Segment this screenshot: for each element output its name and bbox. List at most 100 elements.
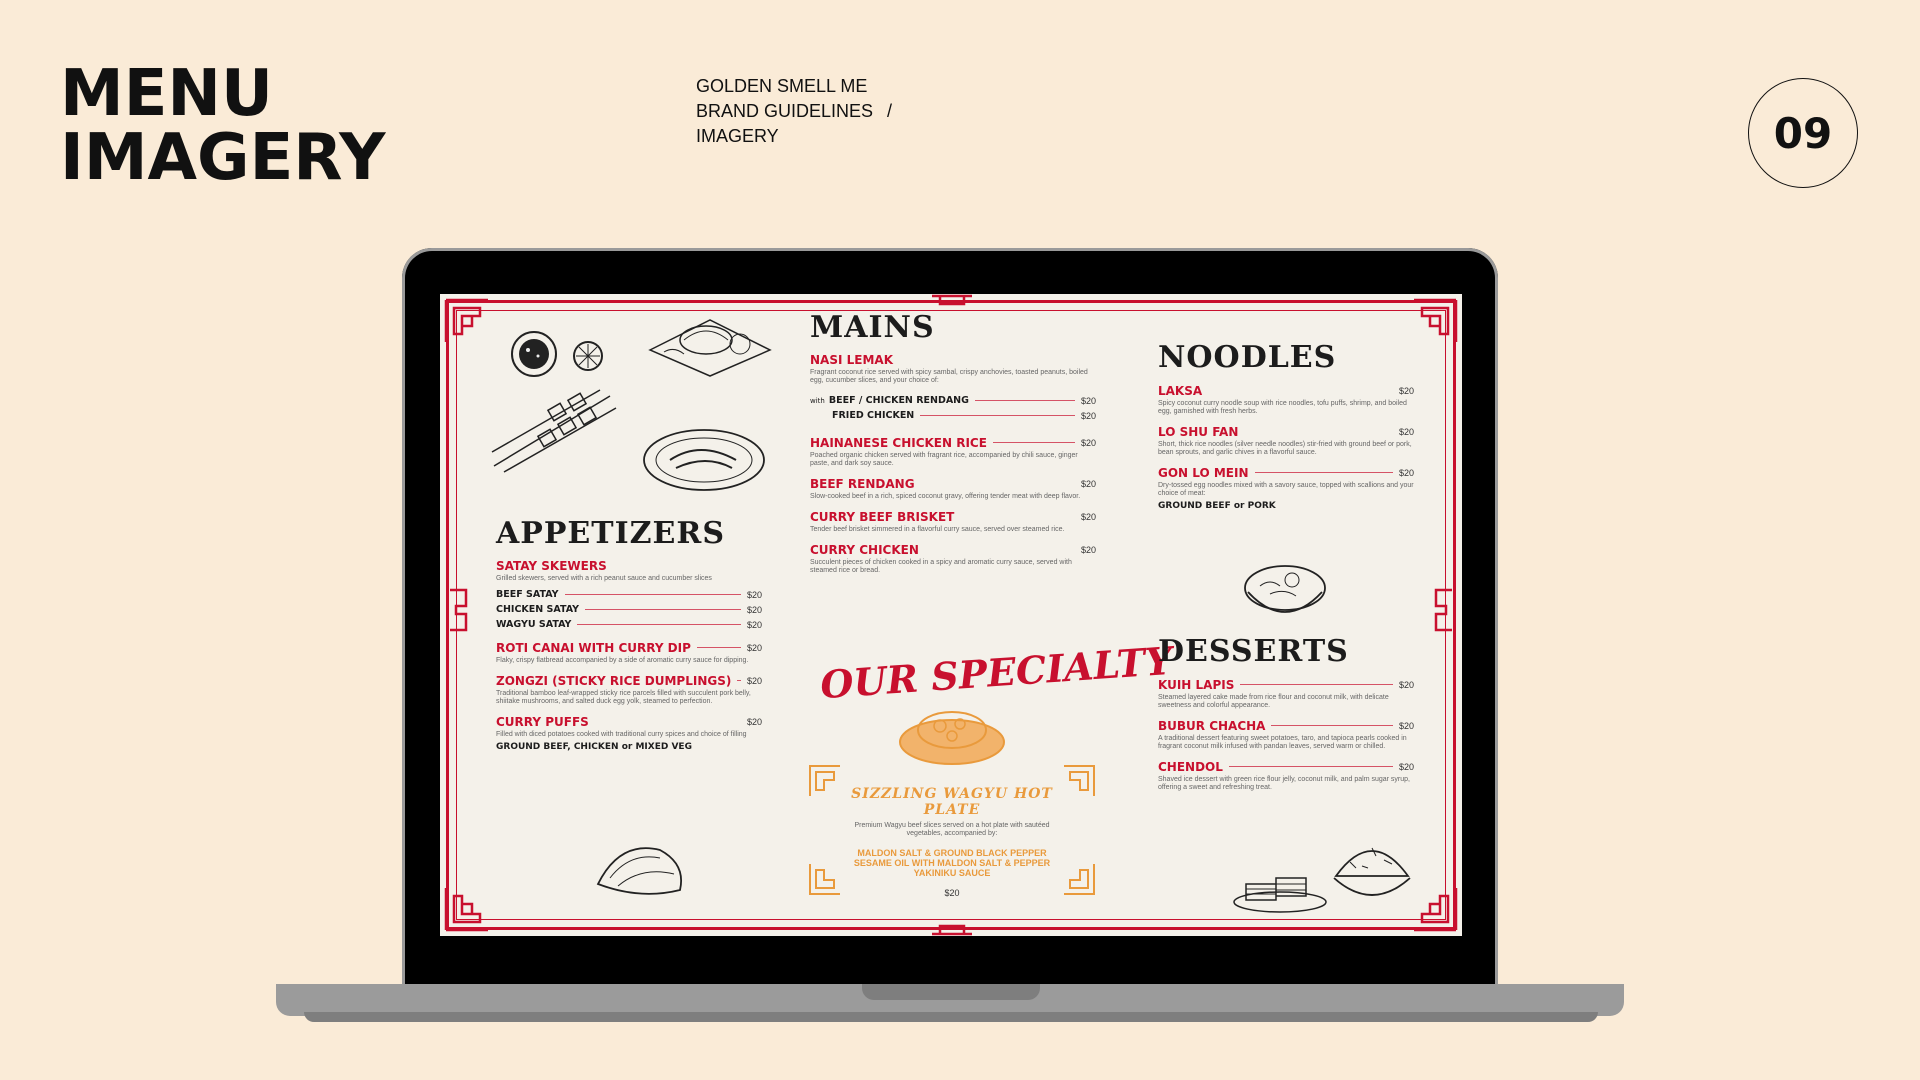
- specialty-sauce: YAKINIKU SAUCE: [913, 868, 991, 878]
- item-desc: Tender beef brisket simmered in a flavor…: [810, 526, 1065, 533]
- top-ornament-icon: [932, 294, 972, 306]
- option-name: BEEF / CHICKEN RENDANG: [828, 395, 969, 406]
- item-desc: Spicy coconut curry noodle soup with ric…: [1158, 400, 1407, 415]
- option-name: FRIED CHICKEN: [832, 410, 915, 421]
- shaved-ice-sketch-icon: [1333, 847, 1411, 896]
- menu-item: LO SHU FAN $20 Short, thick rice noodles …: [1158, 424, 1414, 457]
- title-line-2: IMAGERY: [60, 121, 386, 195]
- option-price: $20: [1080, 410, 1096, 421]
- page-number: 09: [1773, 108, 1833, 158]
- breadcrumb: GOLDEN SMELL ME BRAND GUIDELINES / IMAGER…: [696, 74, 892, 149]
- item-name: ROTI CANAI WITH CURRY DIP: [496, 640, 691, 655]
- desserts-section: DESSERTS KUIH LAPIS $20 Steamed layered c…: [1158, 634, 1414, 792]
- menu-item: ZONGZI (STICKY RICE DUMPLINGS) $20 Tradit…: [496, 673, 762, 706]
- item-price: $20: [1080, 544, 1096, 555]
- lime-sketch-icon: [573, 341, 603, 371]
- menu-item: SATAY SKEWERS Grilled skewers, served wi…: [496, 559, 762, 632]
- item-name: CURRY PUFFS: [496, 714, 589, 729]
- item-name: CURRY BEEF BRISKET: [810, 509, 955, 524]
- mains-section: MAINS NASI LEMAK Fragrant coconut rice s…: [810, 310, 1096, 575]
- item-price: $20: [1398, 761, 1414, 772]
- item-name: CHENDOL: [1158, 759, 1223, 774]
- specialty-desc: Premium Wagyu beef slices served on a ho…: [854, 822, 1050, 837]
- item-desc: Traditional bamboo leaf-wrapped sticky r…: [496, 690, 751, 705]
- option-price: $20: [1080, 395, 1096, 406]
- options-prefix: with: [810, 396, 825, 405]
- item-sub: GROUND BEEF or PORK: [1158, 501, 1276, 511]
- item-name: GON LO MEIN: [1158, 465, 1249, 480]
- page-number-badge: 09: [1748, 78, 1858, 188]
- item-name: BUBUR CHACHA: [1158, 718, 1266, 733]
- laptop-base-foot: [304, 1012, 1598, 1022]
- curry-puff-sketch-icon: [596, 847, 682, 895]
- corner-ornament-icon: [1414, 298, 1458, 342]
- satay-skewers-sketch-icon: [491, 389, 617, 473]
- item-desc: Slow-cooked beef in a rich, spiced cocon…: [810, 493, 1081, 500]
- item-desc: Short, thick rice noodles (silver needle…: [1158, 441, 1412, 456]
- item-desc: Succulent pieces of chicken cooked in a …: [810, 559, 1072, 574]
- section-name: BRAND GUIDELINES: [696, 101, 874, 121]
- menu-item: NASI LEMAK Fragrant coconut rice served …: [810, 353, 1096, 423]
- item-price: $20: [1080, 478, 1096, 489]
- item-name: CURRY CHICKEN: [810, 542, 919, 557]
- bottom-ornament-icon: [932, 924, 972, 936]
- breadcrumb-separator: /: [887, 101, 893, 121]
- specialty-price: $20: [944, 888, 960, 898]
- item-name: SATAY SKEWERS: [496, 559, 607, 573]
- specialty-sauce: MALDON SALT & GROUND BLACK PEPPER: [857, 848, 1047, 858]
- item-desc: Poached organic chicken served with frag…: [810, 452, 1078, 467]
- noodle-bowl-sketch-icon: [1244, 565, 1326, 613]
- menu-item: ROTI CANAI WITH CURRY DIP $20 Flaky, cris…: [496, 640, 762, 665]
- brand-name: GOLDEN SMELL ME: [696, 76, 868, 96]
- menu-item: CURRY BEEF BRISKET $20 Tender beef briske…: [810, 509, 1096, 534]
- appetizers-heading: APPETIZERS: [496, 516, 725, 551]
- item-desc: Flaky, crispy flatbread accompanied by a…: [496, 657, 749, 664]
- option-name: BEEF SATAY: [496, 589, 559, 600]
- subsection-name: IMAGERY: [696, 126, 779, 146]
- menu-item: CURRY PUFFS $20 Filled with diced potatoe…: [496, 714, 762, 753]
- menu-item: CURRY CHICKEN $20 Succulent pieces of chi…: [810, 542, 1096, 575]
- item-name: NASI LEMAK: [810, 353, 893, 367]
- item-price: $20: [1080, 511, 1096, 522]
- menu-item: LAKSA $20 Spicy coconut curry noodle soup…: [1158, 383, 1414, 416]
- item-name: ZONGZI (STICKY RICE DUMPLINGS): [496, 673, 732, 688]
- item-name: LO SHU FAN: [1158, 424, 1239, 439]
- menu-item: BEEF RENDANG $20 Slow-cooked beef in a ri…: [810, 476, 1096, 501]
- page-title: MENU IMAGERY: [60, 62, 385, 190]
- menu-item: CHENDOL $20 Shaved ice dessert with green…: [1158, 759, 1414, 792]
- menu-item: HAINANESE CHICKEN RICE $20 Poached organi…: [810, 435, 1096, 468]
- menu-item: BUBUR CHACHA $20 A traditional dessert fe…: [1158, 718, 1414, 751]
- side-ornament-icon: [1434, 588, 1452, 632]
- item-price: $20: [1398, 467, 1414, 478]
- item-desc: Shaved ice dessert with green rice flour…: [1158, 776, 1410, 791]
- item-desc: Fragrant coconut rice served with spicy …: [810, 369, 1088, 384]
- item-desc: Steamed layered cake made from rice flou…: [1158, 694, 1389, 709]
- laptop-notch: [862, 984, 1040, 1000]
- item-price: $20: [1398, 426, 1414, 437]
- title-line-1: MENU: [60, 57, 273, 131]
- specialty-block: SIZZLING WAGYU HOT PLATE Premium Wagyu b…: [820, 786, 1084, 898]
- option-price: $20: [746, 619, 762, 630]
- item-price: $20: [1398, 385, 1414, 396]
- item-desc: Filled with diced potatoes cooked with t…: [496, 731, 747, 738]
- appetizers-section: APPETIZERS SATAY SKEWERS Grilled skewers…: [496, 516, 762, 752]
- hot-plate-sketch-icon: [899, 711, 1005, 765]
- item-name: LAKSA: [1158, 383, 1203, 398]
- item-price: $20: [1398, 720, 1414, 731]
- option-price: $20: [746, 604, 762, 615]
- item-name: BEEF RENDANG: [810, 476, 915, 491]
- menu-item: KUIH LAPIS $20 Steamed layered cake made …: [1158, 677, 1414, 710]
- specialty-sauce: SESAME OIL WITH MALDON SALT & PEPPER: [853, 858, 1051, 868]
- item-desc: Grilled skewers, served with a rich pean…: [496, 575, 712, 582]
- noodles-section: NOODLES LAKSA $20 Spicy coconut curry noo…: [1158, 340, 1414, 511]
- item-price: $20: [1080, 437, 1096, 448]
- menu-item: GON LO MEIN $20 Dry-tossed egg noodles mi…: [1158, 465, 1414, 512]
- menu-screen: APPETIZERS SATAY SKEWERS Grilled skewers…: [440, 294, 1462, 936]
- side-ornament-icon: [450, 588, 468, 632]
- item-name: HAINANESE CHICKEN RICE: [810, 435, 987, 450]
- item-desc: Dry-tossed egg noodles mixed with a savo…: [1158, 482, 1414, 497]
- specialty-name: SIZZLING WAGYU HOT PLATE: [851, 786, 1053, 818]
- item-price: $20: [1398, 679, 1414, 690]
- rice-plate-sketch-icon: [648, 319, 772, 377]
- item-price: $20: [746, 716, 762, 727]
